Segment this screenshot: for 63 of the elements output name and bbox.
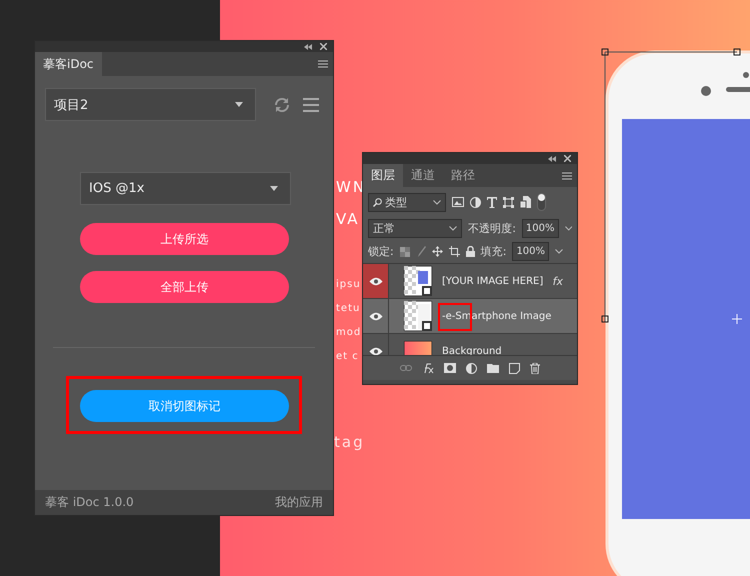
adjustment-icon[interactable] <box>470 196 481 208</box>
layer-row[interactable]: [YOUR IMAGE HERE] fx <box>363 264 577 299</box>
menu-icon[interactable] <box>318 60 328 68</box>
caret-icon <box>270 186 278 191</box>
chevron-icon <box>449 226 458 231</box>
adjustment-icon[interactable] <box>466 362 477 374</box>
canvas-text: tag <box>334 433 365 451</box>
collapse-icon[interactable] <box>304 44 312 50</box>
crop-icon[interactable] <box>448 246 460 257</box>
filter-select[interactable]: 类型 <box>368 192 446 212</box>
upload-button[interactable]: 上传所选 <box>80 223 289 255</box>
mask-icon[interactable] <box>444 363 456 373</box>
eye-icon[interactable] <box>368 312 382 320</box>
project-select[interactable]: 项目2 <box>45 88 256 121</box>
canvas-text: VA <box>336 210 360 228</box>
scale-select[interactable]: IOS @1x <box>80 172 291 205</box>
upload-button[interactable]: 全部上传 <box>80 271 289 303</box>
chevron-icon <box>555 249 564 254</box>
layer-thumbnail <box>404 266 432 296</box>
version-text: 摹客 iDoc 1.0.0 <box>45 494 134 511</box>
refresh-icon[interactable] <box>273 96 291 114</box>
chevron-icon <box>433 200 441 204</box>
collapse-icon[interactable] <box>548 156 556 162</box>
lock-label: 锁定: <box>368 244 394 259</box>
canvas-text: mod <box>336 327 362 338</box>
move-icon[interactable] <box>432 246 443 257</box>
lock-icon[interactable] <box>466 246 475 257</box>
opacity-field[interactable]: 100% <box>522 219 559 238</box>
panel-tab[interactable]: 路径 <box>443 164 483 187</box>
opacity-label: 不透明度: <box>468 221 516 236</box>
layer-thumbnail <box>404 341 432 355</box>
panel-tab[interactable]: 摹客iDoc <box>35 52 102 76</box>
caret-icon <box>235 102 243 107</box>
new-layer-icon[interactable] <box>509 362 520 374</box>
canvas-text: tetu <box>336 303 360 314</box>
layer-name: [YOUR IMAGE HERE] <box>442 276 544 286</box>
close-icon[interactable] <box>564 155 571 162</box>
canvas-text: ipsu <box>336 279 361 290</box>
trash-icon[interactable] <box>530 362 540 374</box>
fill-label: 填充: <box>480 244 506 259</box>
lock-pixels-icon[interactable] <box>400 246 410 256</box>
fill-field[interactable]: 100% <box>512 242 550 261</box>
folder-icon[interactable] <box>487 363 499 373</box>
effects-icon[interactable] <box>422 362 434 374</box>
type-icon[interactable] <box>487 196 497 208</box>
smart-object-icon[interactable] <box>520 196 531 208</box>
eye-icon[interactable] <box>368 346 382 355</box>
chevron-icon <box>564 226 572 231</box>
transform-icon[interactable] <box>503 196 514 208</box>
layer-thumbnail <box>404 301 432 331</box>
effects-label: fx <box>552 274 563 288</box>
my-apps-link[interactable]: 我的应用 <box>275 494 323 511</box>
panel-tab[interactable]: 通道 <box>403 164 443 187</box>
toggle-icon[interactable] <box>537 193 546 211</box>
search-icon <box>373 198 382 206</box>
close-icon[interactable] <box>320 43 327 50</box>
image-icon[interactable] <box>452 197 464 207</box>
menu-icon[interactable] <box>303 98 319 112</box>
panel-tab[interactable]: 图层 <box>363 164 403 187</box>
eye-icon[interactable] <box>368 276 382 286</box>
menu-icon[interactable] <box>562 172 572 180</box>
canvas-text: et c <box>336 351 359 362</box>
blend-mode-select[interactable]: 正常 <box>368 219 462 238</box>
